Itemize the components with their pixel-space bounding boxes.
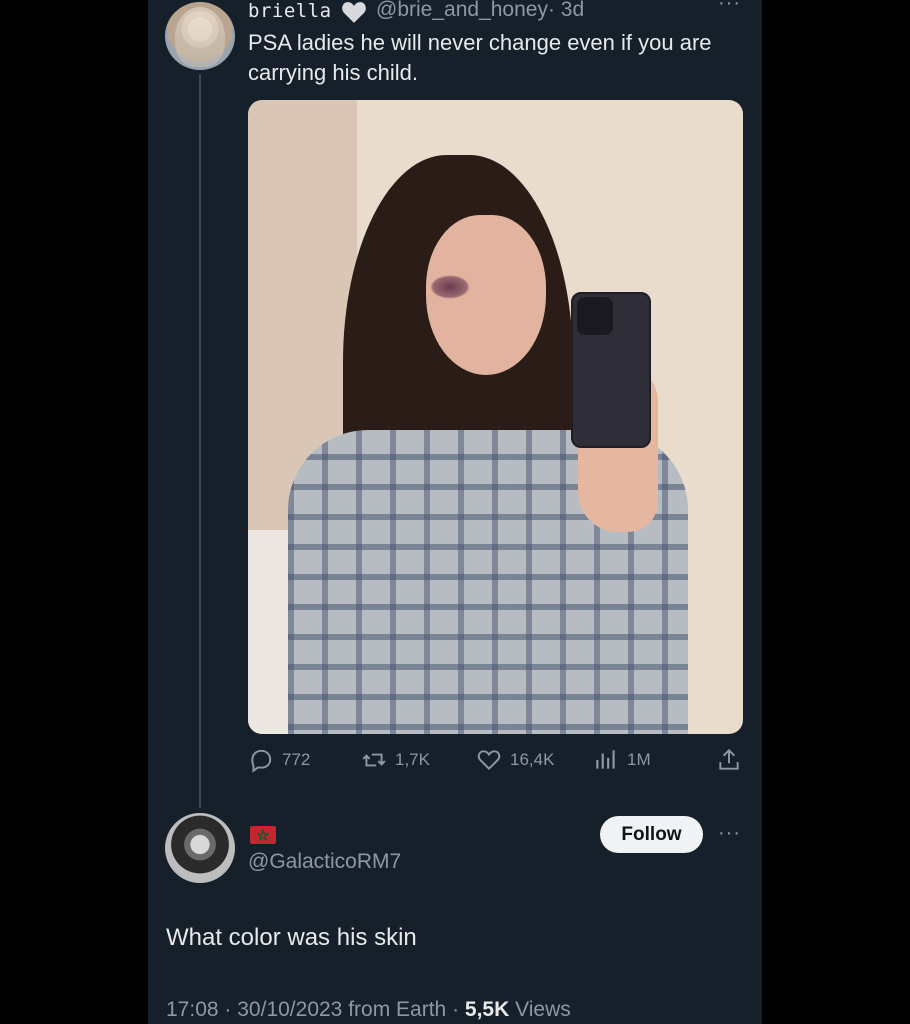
morocco-flag-icon <box>250 826 276 844</box>
tweet-text: PSA ladies he will never change even if … <box>248 30 712 85</box>
reply-text: What color was his skin <box>166 924 417 951</box>
retweet-count: 1,7K <box>395 750 430 769</box>
author-handle-text[interactable]: @brie_and_honey <box>376 0 548 21</box>
photo-phone-camera <box>577 297 613 335</box>
meta-separator-2: · <box>452 998 460 1021</box>
views-icon <box>596 750 615 769</box>
reply-views-label: Views <box>515 998 571 1021</box>
avatar-galacticorm7[interactable] <box>165 813 235 883</box>
like-count: 16,4K <box>510 750 555 769</box>
reply-time[interactable]: 17:08 <box>166 998 219 1021</box>
reply-source: from Earth <box>348 998 447 1021</box>
tweet-actions-bar: 772 1,7K 16,4K 1M <box>248 747 743 777</box>
white-heart-emoji-icon <box>342 2 366 23</box>
follow-button[interactable]: Follow <box>600 816 703 853</box>
like-button[interactable]: 16,4K <box>476 747 554 773</box>
reply-author-handle[interactable]: @GalacticoRM7 <box>248 850 401 874</box>
tweet-more-icon[interactable]: ··· <box>718 0 741 15</box>
share-icon <box>719 748 739 770</box>
avatar-briella[interactable] <box>165 2 235 70</box>
author-handle[interactable]: @brie_and_honey· 3d <box>376 0 584 22</box>
share-button[interactable] <box>716 747 750 773</box>
retweet-icon <box>362 753 386 767</box>
like-icon <box>477 750 501 771</box>
retweet-button[interactable]: 1,7K <box>361 747 430 773</box>
reply-icon <box>251 749 272 773</box>
photo-bruise <box>430 275 470 299</box>
reply-views-count: 5,5K <box>464 998 510 1021</box>
views-button[interactable]: 1M <box>593 747 651 773</box>
thread-connector-line <box>199 74 201 808</box>
reply-count: 772 <box>282 750 311 769</box>
author-name[interactable]: briella <box>248 0 332 22</box>
time-ago[interactable]: · 3d <box>548 0 584 21</box>
meta-separator-1: · <box>224 998 232 1021</box>
reply-button[interactable]: 772 <box>248 747 310 773</box>
reply-date[interactable]: 30/10/2023 <box>237 998 342 1021</box>
reply-more-icon[interactable]: ··· <box>718 822 741 845</box>
tweet-photo[interactable] <box>248 100 743 734</box>
views-count: 1M <box>627 750 651 769</box>
reply-meta: 17:08 · 30/10/2023 from Earth · 5,5K Vie… <box>166 998 571 1022</box>
